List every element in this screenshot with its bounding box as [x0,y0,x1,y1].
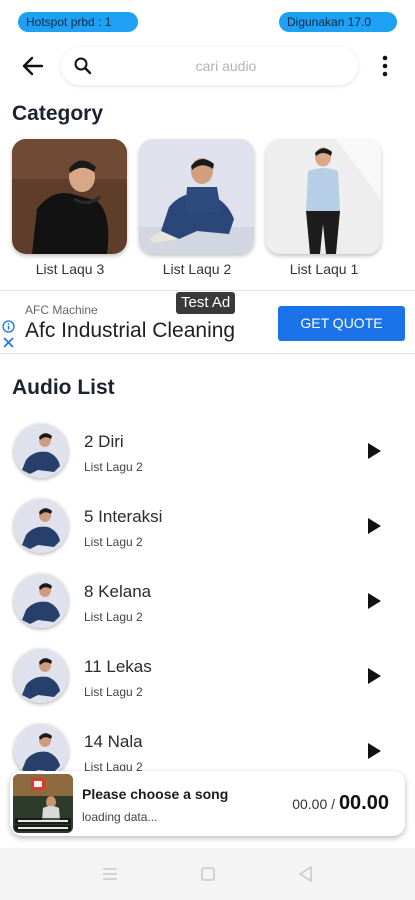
audio-subtitle: List Lagu 2 [84,610,143,624]
status-bar: Hotspot prbd : 1 Digunakan 17.0 [0,10,415,36]
hotspot-pill: Hotspot prbd : 1 [18,12,138,32]
nav-home-icon[interactable] [198,864,218,884]
avatar [14,424,68,478]
audio-title: 2 Diri [84,432,124,451]
ad-cta-button[interactable]: GET QUOTE [278,306,405,341]
category-thumbnail [12,139,127,254]
category-label: List Laqu 2 [162,261,232,277]
top-bar [0,45,415,87]
back-button[interactable] [18,51,48,81]
audio-title: 8 Kelana [84,582,152,601]
search-input[interactable] [101,47,351,85]
nav-menu-icon[interactable] [100,864,120,884]
list-item[interactable]: 11 Lekas List Lagu 2 [0,639,415,714]
audio-list: 2 Diri List Lagu 2 5 Interaksi List Lagu… [0,414,415,771]
category-item[interactable]: List Laqu 1 [266,139,382,277]
play-icon[interactable] [366,667,382,685]
avatar [14,574,68,628]
artist-photo [139,139,254,254]
player-time: 00.00 / 00.00 [292,792,389,815]
artist-photo [266,139,381,254]
artist-photo [12,139,127,254]
audio-subtitle: List Lagu 2 [84,760,143,771]
category-item[interactable]: List Laqu 3 [12,139,128,277]
avatar [14,724,68,771]
nav-back-icon[interactable] [296,864,316,884]
audio-title: 5 Interaksi [84,507,163,526]
category-list: List Laqu 3 List Laqu 2 List Laqu 1 [12,139,412,284]
category-title: Category [12,102,104,125]
audio-list-title: Audio List [12,376,115,399]
time-separator: / [331,796,336,812]
play-icon[interactable] [366,442,382,460]
play-icon[interactable] [366,592,382,610]
player-status: loading data... [82,810,158,824]
more-vert-icon [382,55,388,77]
audio-title: 11 Lekas [84,657,152,676]
audio-subtitle: List Lagu 2 [84,460,143,474]
category-item[interactable]: List Laqu 2 [139,139,255,277]
category-label: List Laqu 3 [35,261,105,277]
ad-info-icon[interactable] [2,320,15,333]
total-time: 00.00 [338,792,389,814]
list-item[interactable]: 2 Diri List Lagu 2 [0,414,415,489]
ad-banner[interactable]: AFC Machine Afc Industrial Cleaning Test… [0,290,415,354]
audio-title: 14 Nala [84,732,143,751]
system-nav-bar [0,848,415,900]
mini-player[interactable]: Please choose a song loading data... 00.… [10,771,405,836]
player-title: Please choose a song [82,786,229,802]
player-thumbnail [13,774,73,833]
search-bar[interactable] [61,47,358,85]
play-icon[interactable] [366,742,382,760]
category-label: List Laqu 1 [289,261,359,277]
audio-subtitle: List Lagu 2 [84,535,143,549]
data-usage-pill: Digunakan 17.0 [279,12,397,32]
back-arrow-icon [22,56,44,76]
search-icon [74,57,92,75]
ad-title[interactable]: Afc Industrial Cleaning [25,319,235,343]
more-options-button[interactable] [373,53,397,79]
list-item[interactable]: 14 Nala List Lagu 2 [0,714,415,771]
current-time: 00.00 [292,796,328,812]
play-icon[interactable] [366,517,382,535]
list-item[interactable]: 8 Kelana List Lagu 2 [0,564,415,639]
ad-test-badge: Test Ad [176,292,236,314]
audio-subtitle: List Lagu 2 [84,685,143,699]
list-item[interactable]: 5 Interaksi List Lagu 2 [0,489,415,564]
ad-advertiser: AFC Machine [25,303,98,317]
category-thumbnail [266,139,381,254]
avatar [14,499,68,553]
avatar [14,649,68,703]
ad-close-icon[interactable] [2,336,15,349]
category-thumbnail [139,139,254,254]
